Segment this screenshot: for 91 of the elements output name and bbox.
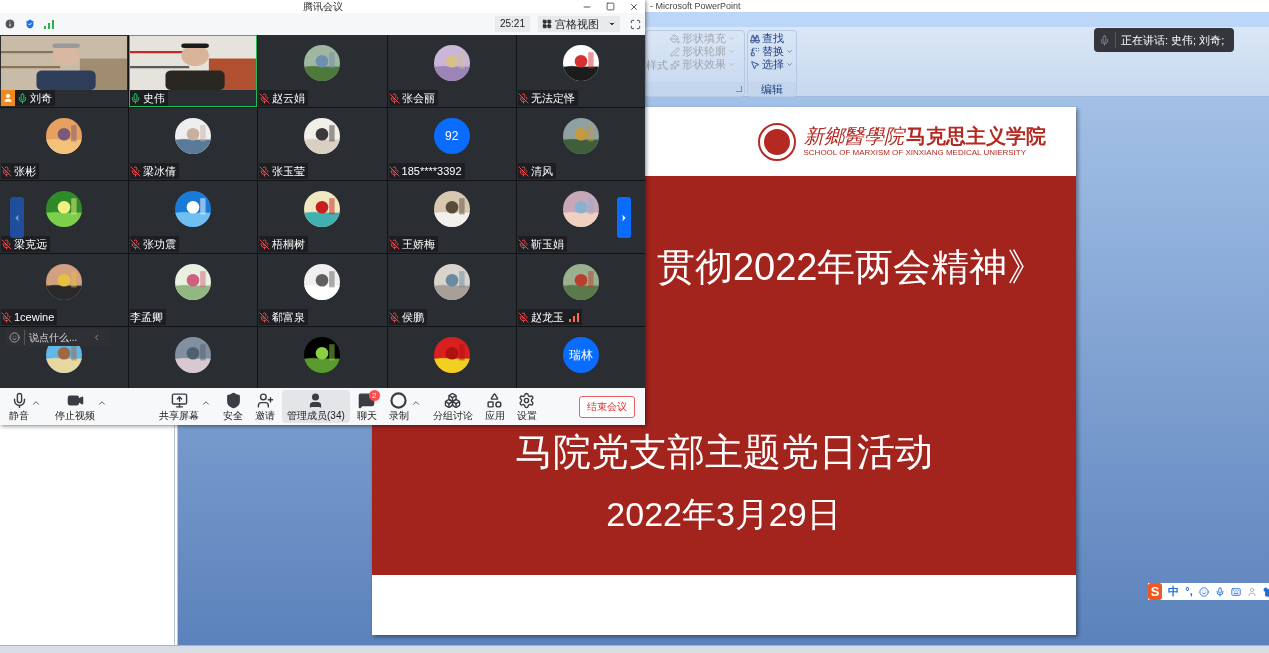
participant-name: 1cewine — [14, 311, 55, 323]
participant-name: 185****3392 — [401, 165, 462, 177]
toolbar-button[interactable]: 分组讨论 — [427, 390, 478, 423]
unread-badge: 2 — [368, 390, 380, 401]
left-arrow-icon — [12, 212, 22, 223]
caret-icon[interactable] — [201, 398, 211, 408]
participant-name: 清风 — [530, 165, 553, 177]
ime-mode-button[interactable]: °, — [1185, 586, 1193, 597]
ribbon-button[interactable]: 查找 — [750, 33, 796, 44]
user-icon[interactable] — [1246, 585, 1257, 598]
participant-name: 张功震 — [143, 238, 177, 250]
participant-name: 梁冰倩 — [143, 165, 177, 177]
toolbar-button[interactable]: 静音 — [4, 390, 46, 423]
view-dropdown[interactable]: 宫格视图 — [538, 16, 620, 32]
info-icon[interactable] — [4, 18, 16, 30]
shield-icon — [224, 392, 242, 409]
signal-icon[interactable] — [44, 19, 54, 29]
toolbar-button[interactable]: 设置 — [511, 390, 542, 423]
binoculars-icon — [750, 33, 760, 44]
meeting-timer: 25:21 — [494, 16, 530, 32]
maximize-icon[interactable] — [606, 2, 615, 11]
participant-name: 靳玉娟 — [530, 238, 564, 250]
pen-icon — [670, 46, 680, 57]
smiley-icon[interactable] — [1198, 585, 1209, 598]
grid-icon — [542, 19, 552, 29]
logo-text: 马克思主义学院 — [905, 126, 1046, 146]
paint-bucket-icon — [670, 33, 680, 44]
participant-name: 赵龙玉 — [530, 311, 564, 323]
logo-subtitle: SCHOOL OF MARXISM OF XINXIANG MEDICAL UNIERSITY — [803, 149, 1028, 157]
microphone-icon[interactable] — [1214, 585, 1225, 598]
participant-name: 梧桐树 — [272, 238, 306, 250]
settings-icon — [518, 392, 536, 409]
caret-icon[interactable] — [97, 398, 107, 408]
avatar-initials: 瑞林 — [562, 337, 599, 373]
slide-title: 贯彻2022年两会精神》 — [656, 248, 1046, 286]
participant-name: 郗富泉 — [272, 311, 306, 323]
shirt-icon[interactable] — [1262, 585, 1269, 598]
participant-name: 梁克远 — [14, 238, 47, 250]
record-icon — [390, 392, 408, 409]
toolbar-button[interactable]: 聊天 2 — [351, 390, 382, 423]
next-page-button[interactable] — [617, 197, 631, 238]
window-title: 腾讯会议 — [302, 1, 343, 12]
group-label: 编辑 — [761, 83, 783, 95]
window-title: - Microsoft PowerPoint — [650, 1, 741, 11]
end-meeting-button[interactable]: 结束会议 — [579, 395, 635, 418]
toolbar-button[interactable]: 邀请 — [250, 390, 280, 423]
logo-icon — [757, 122, 796, 161]
collapse-icon[interactable] — [92, 333, 101, 342]
smiley-icon[interactable] — [9, 332, 20, 343]
toolbar-button[interactable]: 管理成员(34) — [282, 390, 350, 423]
ribbon-button[interactable]: 替换 — [750, 46, 796, 57]
caret-icon[interactable] — [410, 398, 421, 408]
caret-icon[interactable] — [31, 398, 41, 408]
ribbon-label: 样式 — [646, 58, 668, 73]
toolbar-button[interactable]: 应用 — [479, 390, 510, 423]
participant-name: 张会丽 — [401, 92, 435, 104]
toolbar-button[interactable]: 录制 — [383, 390, 426, 423]
right-arrow-icon — [619, 212, 629, 223]
speaker-names: 正在讲话: 史伟; 刘奇; — [1121, 34, 1225, 46]
sparkle-icon — [670, 59, 680, 70]
close-icon[interactable] — [629, 1, 639, 12]
participant-name: 王娇梅 — [401, 238, 435, 250]
toolbar-button[interactable]: 安全 — [218, 390, 248, 423]
participant-name: 无法定怿 — [530, 92, 575, 104]
toolbar-button[interactable]: 停止视频 — [50, 390, 112, 423]
participant-name: 侯鹏 — [401, 311, 424, 323]
ribbon-button[interactable]: 选择 — [750, 59, 796, 70]
chat-input[interactable]: 说点什么... — [5, 329, 110, 346]
blocks-icon — [444, 392, 462, 409]
shield-icon[interactable] — [24, 18, 36, 30]
toolbar-button[interactable]: 共享屏幕 — [154, 390, 216, 423]
avatar-initials: 92 — [433, 118, 470, 154]
participant-name: 赵云娟 — [272, 92, 306, 104]
participant-name: 刘奇 — [30, 92, 52, 104]
slide-subtitle: 马院党支部主题党日活动 — [514, 433, 933, 471]
keyboard-icon[interactable] — [1230, 585, 1241, 598]
participant-name: 张彬 — [14, 165, 36, 177]
add-user-icon — [256, 392, 274, 409]
dialog-launcher-icon[interactable] — [736, 86, 742, 92]
participant-name: 李孟卿 — [130, 311, 164, 323]
replace-icon — [750, 46, 760, 57]
fullscreen-icon[interactable] — [630, 18, 641, 30]
participant-name: 史伟 — [143, 92, 166, 104]
caret-icon — [608, 20, 616, 28]
slide-date: 2022年3月29日 — [606, 497, 841, 531]
ime-mode-button[interactable]: 中 — [1168, 586, 1180, 597]
pointer-icon — [750, 59, 760, 70]
share-screen-icon — [170, 392, 188, 409]
participant-name: 张玉莹 — [272, 165, 306, 177]
microphone-icon — [1099, 34, 1110, 46]
apps-icon — [486, 392, 504, 409]
